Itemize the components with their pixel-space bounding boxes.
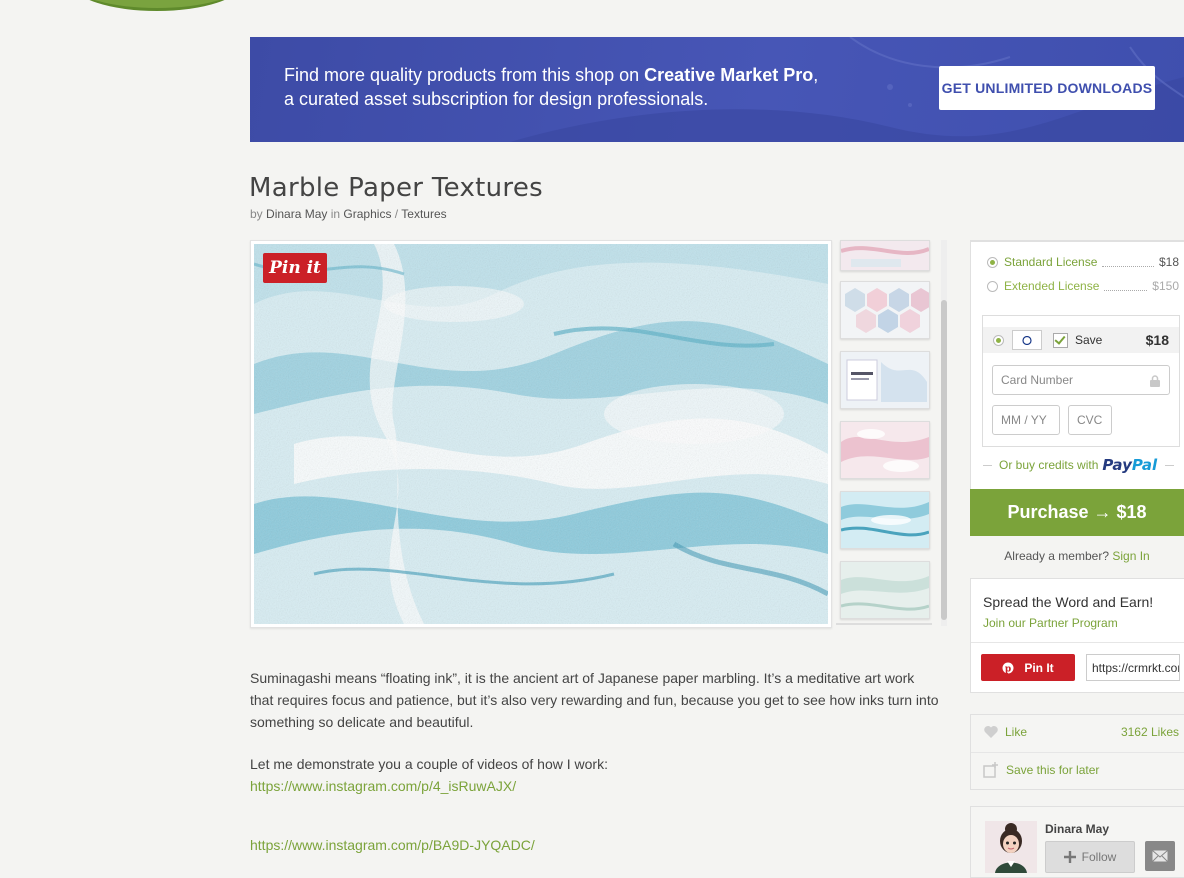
license-name: Standard License: [1004, 255, 1098, 269]
thumbnail-5[interactable]: [840, 491, 930, 549]
license-radio[interactable]: [987, 280, 998, 292]
save-for-later-label: Save this for later: [1006, 763, 1100, 777]
product-preview[interactable]: [250, 240, 832, 628]
likes-box: Like 3162 Likes Save this for later: [970, 714, 1184, 790]
saved-card-form: Save $18 Card Number MM / YY CVC: [982, 315, 1180, 447]
share-url-field[interactable]: https://crmrkt.com: [1086, 654, 1180, 681]
paypal-logo[interactable]: PayPal: [1102, 456, 1157, 474]
thumbnail-4[interactable]: [840, 421, 930, 479]
thumbnail-6[interactable]: [840, 561, 930, 619]
heart-icon: [984, 726, 998, 738]
banner-line1-suffix: ,: [813, 65, 819, 85]
avatar[interactable]: [985, 821, 1037, 873]
purchase-panel: Standard License $18 Extended License $1…: [970, 240, 1184, 493]
divider: [971, 752, 1184, 753]
banner-message: Find more quality products from this sho…: [284, 63, 818, 111]
cvc-placeholder: CVC: [1077, 413, 1103, 427]
pro-banner: Find more quality products from this sho…: [250, 37, 1184, 142]
envelope-icon: [1152, 850, 1168, 862]
description-paragraph-1: Suminagashi means “floating ink”, it is …: [250, 670, 939, 730]
paypal-logo-pal: Pal: [1131, 456, 1158, 474]
byline-by: by: [250, 207, 263, 221]
divider: [1165, 464, 1175, 466]
cvc-field[interactable]: CVC: [1068, 405, 1112, 435]
partner-program-box: Spread the Word and Earn! Join our Partn…: [970, 578, 1184, 693]
lock-icon: [1150, 375, 1160, 387]
add-to-collection-icon: [983, 762, 998, 778]
instagram-link-1[interactable]: https://www.instagram.com/p/4_isRuwAJX/: [250, 778, 516, 794]
card-number-field[interactable]: Card Number: [992, 365, 1170, 395]
scrollbar-thumb[interactable]: [941, 300, 947, 620]
site-logo[interactable]: [72, 0, 242, 11]
license-price: $18: [1158, 255, 1179, 269]
product-description: Suminagashi means “floating ink”, it is …: [250, 667, 940, 856]
thumbnail-strip-edge: [836, 623, 932, 625]
follow-button[interactable]: Follow: [1045, 841, 1135, 873]
thumbnail-scrollbar[interactable]: [941, 240, 947, 626]
license-radio-selected[interactable]: [987, 256, 998, 268]
license-option-standard[interactable]: Standard License $18: [987, 254, 1179, 270]
shop-owner-name[interactable]: Dinara May: [1045, 822, 1109, 836]
expiry-field[interactable]: MM / YY: [992, 405, 1060, 435]
pinterest-share-label: Pin It: [1024, 660, 1054, 675]
marble-preview-image: [254, 244, 828, 624]
member-text: Already a member?: [1004, 549, 1109, 563]
partner-title: Spread the Word and Earn!: [983, 594, 1154, 610]
license-option-extended[interactable]: Extended License $150: [987, 278, 1179, 294]
dotted-leader: [1104, 282, 1148, 291]
message-button[interactable]: [1145, 841, 1175, 871]
purchase-button[interactable]: Purchase → $18: [970, 489, 1184, 536]
category-link[interactable]: Graphics: [343, 207, 391, 221]
like-label: Like: [1005, 725, 1028, 739]
like-count: 3162 Likes: [1120, 725, 1179, 739]
shop-owner-card: Dinara May Follow: [970, 806, 1184, 878]
paypal-option[interactable]: Or buy credits with PayPal: [983, 456, 1179, 474]
author-link[interactable]: Dinara May: [266, 207, 327, 221]
pin-it-button[interactable]: Pin it: [263, 253, 327, 283]
saved-card-row: Save $18: [983, 327, 1179, 353]
pinterest-icon: p: [1002, 662, 1014, 674]
thumbnail-1[interactable]: [840, 240, 930, 271]
divider: [983, 464, 992, 466]
banner-line1-prefix: Find more quality products from this sho…: [284, 65, 645, 85]
divider: [971, 642, 1184, 643]
thumbnail-2[interactable]: [840, 281, 930, 339]
thumbnail-3[interactable]: [840, 351, 930, 409]
description-paragraph-2: Let me demonstrate you a couple of video…: [250, 756, 608, 772]
partner-program-link[interactable]: Join our Partner Program: [983, 616, 1118, 630]
sign-in-link[interactable]: Sign In: [1112, 549, 1149, 563]
paypal-logo-pay: Pay: [1102, 456, 1132, 474]
like-button[interactable]: Like 3162 Likes: [983, 725, 1179, 739]
get-unlimited-downloads-button[interactable]: GET UNLIMITED DOWNLOADS: [939, 66, 1155, 110]
expiry-placeholder: MM / YY: [1001, 413, 1047, 427]
plus-icon: [1063, 851, 1076, 863]
license-name: Extended License: [1004, 279, 1100, 293]
breadcrumb: by Dinara May in Graphics / Textures: [250, 207, 447, 221]
save-card-price: $18: [1145, 332, 1169, 348]
banner-brand: Creative Market Pro: [644, 65, 814, 85]
save-for-later-button[interactable]: Save this for later: [983, 762, 1099, 778]
license-price: $150: [1152, 279, 1179, 293]
follow-label: Follow: [1081, 850, 1117, 864]
save-card-label: Save: [1075, 333, 1103, 347]
card-brand-icon: [1012, 330, 1042, 350]
product-title: Marble Paper Textures: [249, 173, 543, 203]
dotted-leader: [1102, 258, 1154, 267]
breadcrumb-separator: /: [394, 207, 399, 221]
card-number-placeholder: Card Number: [1001, 373, 1074, 387]
svg-text:p: p: [1005, 664, 1011, 674]
saved-card-radio[interactable]: [993, 334, 1004, 346]
pinterest-share-button[interactable]: p Pin It: [981, 654, 1075, 681]
member-signin: Already a member? Sign In: [970, 549, 1184, 563]
save-card-checkbox[interactable]: [1053, 332, 1068, 348]
instagram-link-2[interactable]: https://www.instagram.com/p/BA9D-JYQADC/: [250, 837, 535, 853]
subcategory-link[interactable]: Textures: [401, 207, 446, 221]
byline-in: in: [330, 207, 341, 221]
banner-line2: a curated asset subscription for design …: [284, 89, 709, 109]
paypal-prefix: Or buy credits with: [999, 458, 1099, 472]
